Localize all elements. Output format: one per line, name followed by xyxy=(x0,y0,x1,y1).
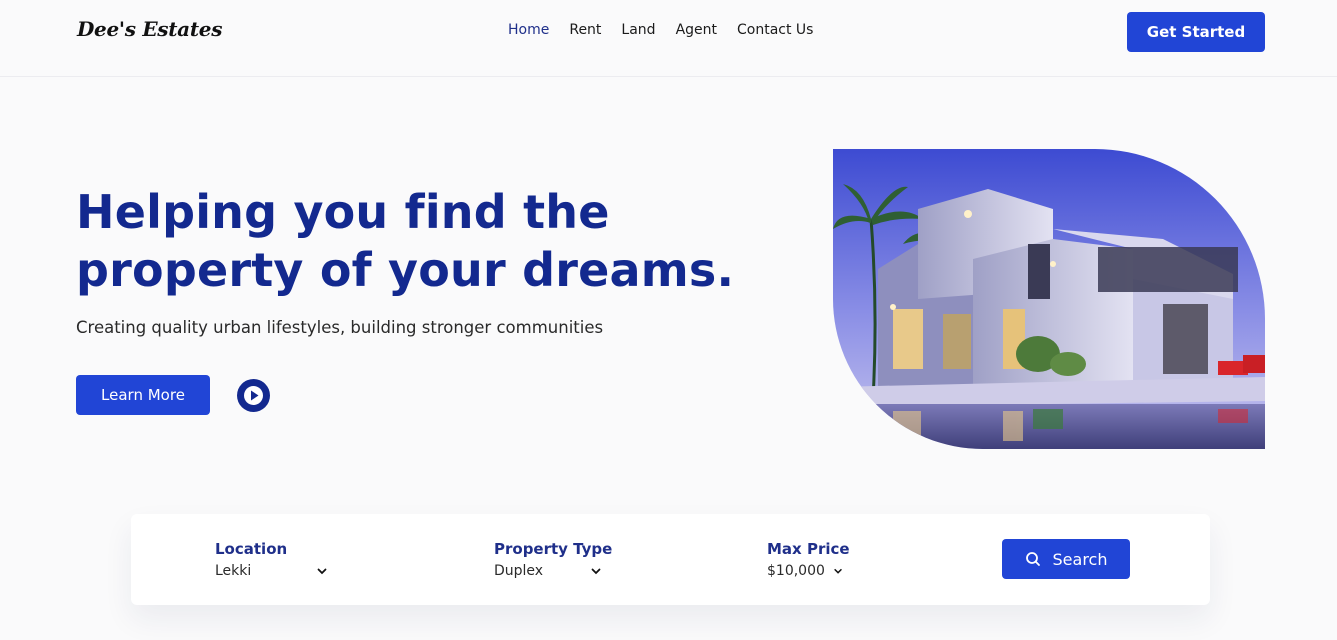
location-select[interactable]: Lekki xyxy=(215,563,328,579)
hero-subtitle: Creating quality urban lifestyles, build… xyxy=(76,318,604,337)
nav-home[interactable]: Home xyxy=(508,22,549,38)
max-price-field: Max Price $10,000 xyxy=(767,540,850,579)
location-value: Lekki xyxy=(215,563,252,579)
max-price-select[interactable]: $10,000 xyxy=(767,563,843,579)
search-icon xyxy=(1025,552,1040,566)
play-icon xyxy=(244,386,263,405)
property-type-label: Property Type xyxy=(494,540,613,558)
hero-title-line-2: property of your dreams. xyxy=(76,243,735,297)
navbar: Dee's Estates Home Rent Land Agent Conta… xyxy=(0,0,1337,77)
brand-logo[interactable]: Dee's Estates xyxy=(77,17,222,41)
hero-title-line-1: Helping you find the xyxy=(76,185,610,239)
nav-contact-us[interactable]: Contact Us xyxy=(737,22,813,38)
location-field: Location Lekki xyxy=(215,540,328,579)
play-video-button[interactable] xyxy=(237,379,270,412)
nav-rent[interactable]: Rent xyxy=(569,22,601,38)
hero-house-image xyxy=(833,149,1265,449)
nav-agent[interactable]: Agent xyxy=(676,22,717,38)
chevron-down-icon xyxy=(317,568,327,575)
modern-house-photo xyxy=(833,149,1265,449)
location-label: Location xyxy=(215,540,288,558)
chevron-down-icon xyxy=(591,568,601,575)
main-nav: Home Rent Land Agent Contact Us xyxy=(508,22,813,38)
property-type-value: Duplex xyxy=(494,563,544,579)
search-button[interactable]: Search xyxy=(1002,539,1130,579)
max-price-label: Max Price xyxy=(767,540,850,558)
hero-title: Helping you find the property of your dr… xyxy=(76,183,756,299)
property-type-select[interactable]: Duplex xyxy=(494,563,602,579)
chevron-down-icon xyxy=(834,568,842,574)
nav-land[interactable]: Land xyxy=(621,22,655,38)
property-search-bar: Location Lekki Property Type Duplex Max … xyxy=(131,514,1210,605)
search-button-label: Search xyxy=(1052,549,1108,569)
learn-more-button[interactable]: Learn More xyxy=(76,375,210,415)
property-type-field: Property Type Duplex xyxy=(494,540,613,579)
get-started-button[interactable]: Get Started xyxy=(1127,12,1265,52)
max-price-value: $10,000 xyxy=(767,563,825,579)
